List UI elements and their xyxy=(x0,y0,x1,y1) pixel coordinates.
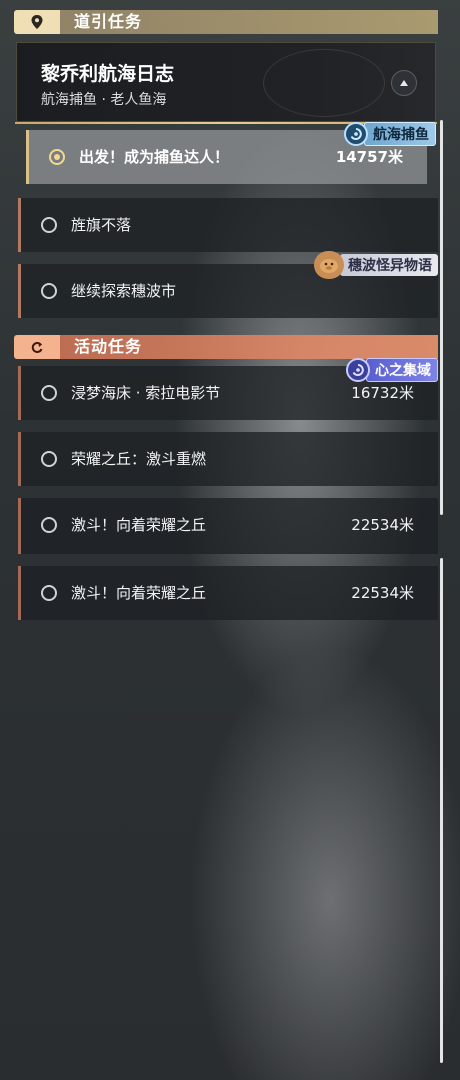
fishing-swirl-icon xyxy=(344,122,368,146)
collapse-button[interactable] xyxy=(391,70,417,96)
quest-panel-top: 道引任务 黎乔利航海日志 航海捕鱼 · 老人鱼海 出发！成为捕鱼达人！ 1475… xyxy=(0,0,460,540)
tag-wave-label: 穗波怪异物语 xyxy=(340,254,438,276)
radio-selected[interactable] xyxy=(49,149,65,165)
task-distance: 16732米 xyxy=(351,384,414,402)
tag-wave: 穗波怪异物语 xyxy=(314,251,438,279)
journal-decoration xyxy=(263,49,385,117)
guide-task-1[interactable]: 旌旗不落 xyxy=(18,198,438,252)
task-name: 激斗！向着荣耀之丘 xyxy=(71,516,207,534)
task-name: 继续探索穗波市 xyxy=(71,282,177,300)
radio-unselected[interactable] xyxy=(41,451,57,467)
location-pin-icon xyxy=(14,10,60,34)
triangle-up-icon xyxy=(400,80,408,86)
task-name: 旌旗不落 xyxy=(71,216,132,234)
radio-unselected[interactable] xyxy=(41,283,57,299)
guide-section-title: 道引任务 xyxy=(74,12,143,31)
activity-task-2[interactable]: 激斗！向着荣耀之丘 22534米 xyxy=(18,498,438,540)
task-name: 浸梦海床 · 索拉电影节 xyxy=(71,384,221,402)
activity-section-title: 活动任务 xyxy=(74,337,143,356)
task-distance: 22534米 xyxy=(351,516,414,534)
quest-panel-bottom: 道引任务 黎乔利航海日志 航海捕鱼 · 老人鱼海 出发！成为捕鱼达人！ 1475… xyxy=(0,540,460,1080)
tag-fishing-label: 航海捕鱼 xyxy=(364,122,436,146)
journal-subtitle: 航海捕鱼 · 老人鱼海 xyxy=(41,92,167,108)
scrollbar[interactable] xyxy=(440,558,443,1063)
journal-card[interactable]: 黎乔利航海日志 航海捕鱼 · 老人鱼海 xyxy=(15,42,437,124)
heart-swirl-icon xyxy=(346,358,370,382)
radio-unselected[interactable] xyxy=(41,217,57,233)
radio-unselected[interactable] xyxy=(41,385,57,401)
tag-heart: 心之集域 xyxy=(346,358,438,382)
radio-unselected[interactable] xyxy=(41,585,57,601)
activity-task-2[interactable]: 激斗！向着荣耀之丘 22534米 xyxy=(18,566,438,620)
activity-task-1[interactable]: 荣耀之丘：激斗重燃 xyxy=(18,540,438,554)
task-distance: 14757米 xyxy=(335,148,403,166)
tag-heart-label: 心之集域 xyxy=(366,358,438,382)
tag-fishing: 航海捕鱼 xyxy=(344,122,436,146)
task-name: 出发！成为捕鱼达人！ xyxy=(79,148,230,166)
task-distance: 22534米 xyxy=(351,584,414,602)
journal-title: 黎乔利航海日志 xyxy=(41,63,175,85)
guide-section-header[interactable]: 道引任务 xyxy=(14,10,438,34)
radio-unselected[interactable] xyxy=(41,517,57,533)
task-name: 荣耀之丘：激斗重燃 xyxy=(71,450,207,468)
activity-section-header[interactable]: 活动任务 xyxy=(14,335,438,359)
task-name: 激斗！向着荣耀之丘 xyxy=(71,584,207,602)
capybara-mascot-icon xyxy=(314,251,344,279)
refresh-icon xyxy=(14,335,60,359)
scrollbar[interactable] xyxy=(440,120,443,515)
activity-task-1[interactable]: 荣耀之丘：激斗重燃 xyxy=(18,432,438,486)
